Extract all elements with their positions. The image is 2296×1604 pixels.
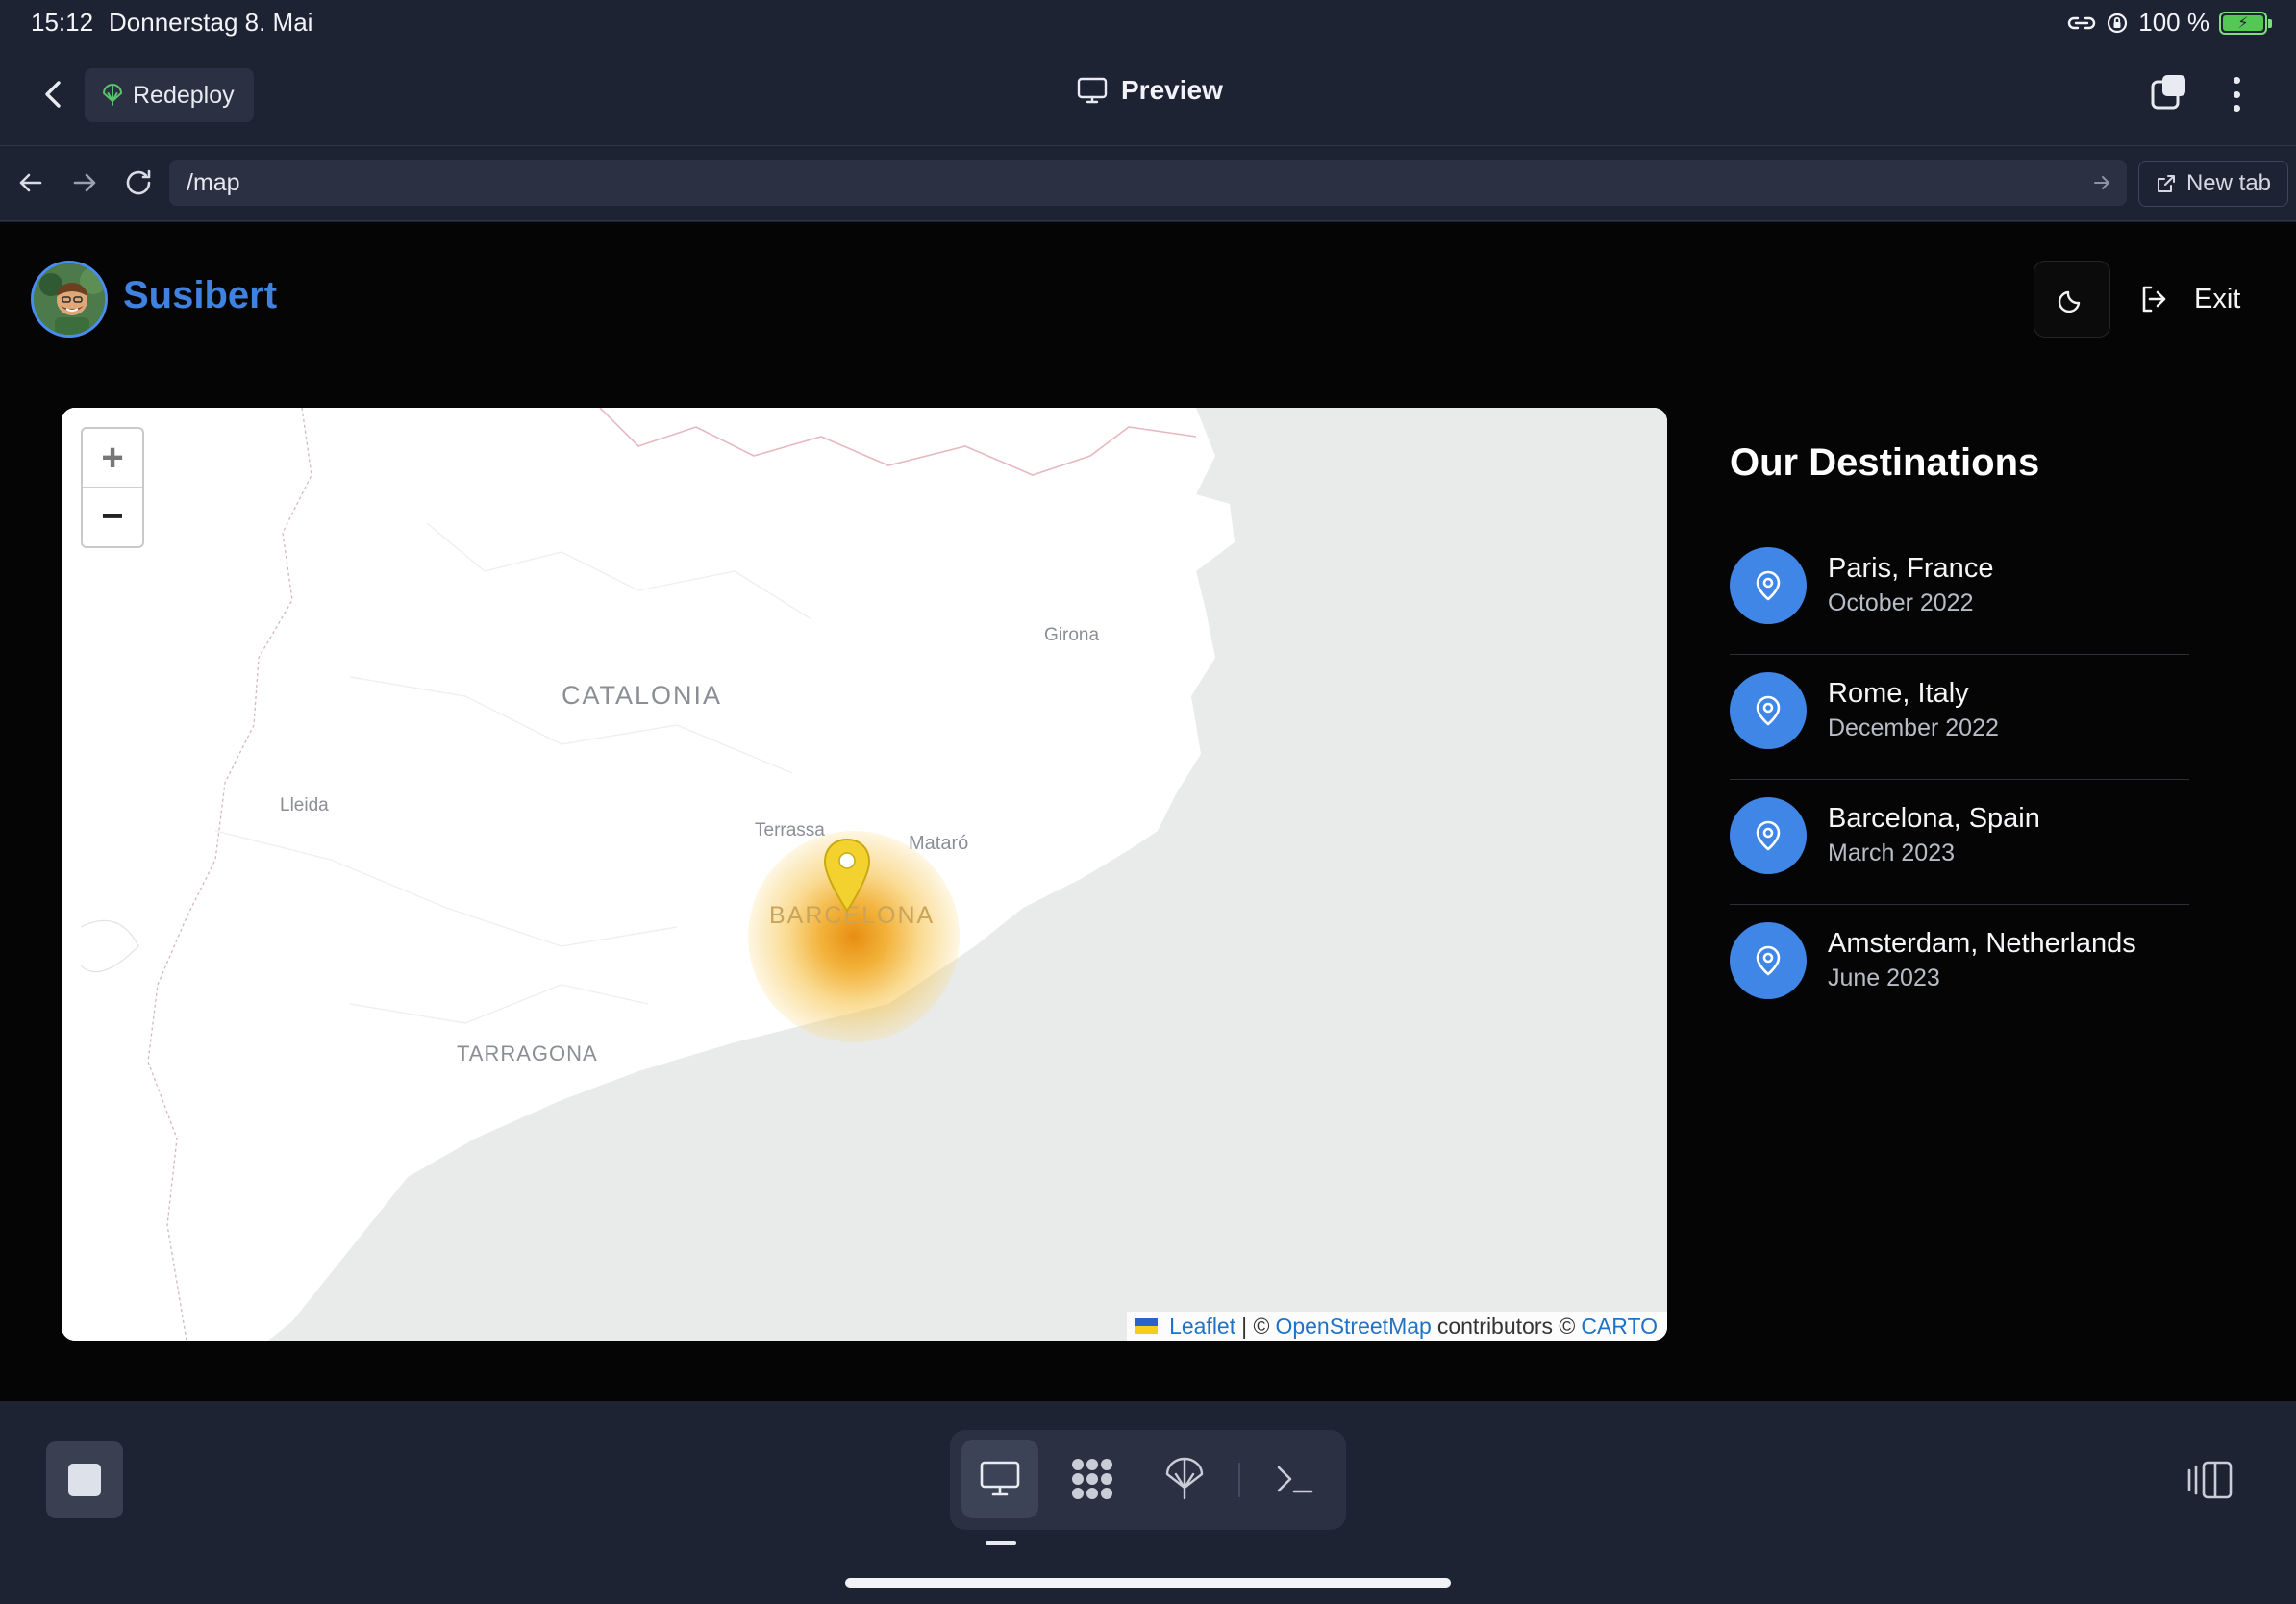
preview-title: Preview xyxy=(1077,75,1223,106)
back-chevron-icon[interactable] xyxy=(35,75,73,113)
new-tab-label: New tab xyxy=(2185,170,2272,196)
logout-icon xyxy=(2142,286,2166,313)
new-tab-button[interactable]: New tab xyxy=(2138,161,2288,207)
battery-icon: ⚡ xyxy=(2219,11,2272,35)
destination-name: Rome, Italy xyxy=(1828,678,1969,709)
app-toolbar: Redeploy Preview xyxy=(0,46,2296,146)
status-date: Donnerstag 8. Mai xyxy=(109,8,313,37)
terminal-icon xyxy=(1277,1466,1313,1493)
zoom-out-button[interactable]: − xyxy=(83,488,142,546)
destination-name: Paris, France xyxy=(1828,553,1994,584)
go-arrow-icon[interactable] xyxy=(2090,171,2113,194)
location-pin-icon xyxy=(1730,797,1807,874)
status-bar: 15:12 Donnerstag 8. Mai 100 % ⚡ xyxy=(0,0,2296,46)
destination-name: Barcelona, Spain xyxy=(1828,803,2040,834)
map-marker-pin-icon[interactable] xyxy=(822,838,872,913)
exit-label: Exit xyxy=(2194,283,2241,314)
status-indicators: 100 % ⚡ xyxy=(2067,8,2272,38)
destinations-title: Our Destinations xyxy=(1730,441,2040,484)
ukraine-flag-icon xyxy=(1135,1318,1159,1334)
battery-percent: 100 % xyxy=(2138,8,2209,37)
view-switcher xyxy=(950,1430,1346,1530)
location-pin-icon xyxy=(1730,547,1807,624)
destination-item[interactable]: Rome, Italy December 2022 xyxy=(1730,655,2189,780)
site-header: Susibert Exit xyxy=(0,222,2296,376)
nav-back-arrow-icon[interactable] xyxy=(13,165,48,200)
monitor-icon xyxy=(980,1461,1020,1496)
url-input[interactable]: /map xyxy=(169,160,2127,206)
orientation-lock-icon xyxy=(2108,13,2128,33)
deploy-view-button[interactable] xyxy=(1146,1440,1223,1518)
location-pin-icon xyxy=(1730,672,1807,749)
exit-button[interactable]: Exit xyxy=(2138,268,2240,330)
deploy-parachute-icon xyxy=(103,84,122,106)
moon-icon xyxy=(2058,290,2081,313)
destination-date: June 2023 xyxy=(1828,965,1940,991)
map-attribution: Leaflet | © OpenStreetMap contributors ©… xyxy=(1127,1312,1667,1341)
home-indicator xyxy=(845,1578,1451,1588)
map-label-tarragona: TARRAGONA xyxy=(457,1041,598,1065)
bottom-toolbar xyxy=(0,1401,2296,1604)
location-pin-icon xyxy=(1730,922,1807,999)
url-text: /map xyxy=(187,168,240,196)
leaflet-link[interactable]: Leaflet xyxy=(1169,1314,1235,1340)
destination-date: October 2022 xyxy=(1828,589,1974,616)
side-panel-icon[interactable] xyxy=(2186,1459,2234,1501)
destination-item[interactable]: Paris, France October 2022 xyxy=(1730,530,2189,655)
carto-link[interactable]: CARTO xyxy=(1581,1314,1658,1340)
deploy-parachute-icon xyxy=(1165,1457,1204,1500)
link-icon xyxy=(2068,16,2096,29)
apps-grid-icon xyxy=(1072,1459,1112,1499)
more-options-icon[interactable] xyxy=(2225,73,2248,115)
status-time: 15:12 xyxy=(31,8,94,37)
brand-name[interactable]: Susibert xyxy=(123,274,277,317)
destination-date: December 2022 xyxy=(1828,714,1999,741)
destinations-list: Paris, France October 2022 Rome, Italy D… xyxy=(1730,530,2189,1030)
avatar[interactable] xyxy=(31,261,108,338)
map-label-girona: Girona xyxy=(1044,625,1100,645)
destination-date: March 2023 xyxy=(1828,840,1956,866)
stop-icon xyxy=(68,1464,101,1496)
redeploy-label: Redeploy xyxy=(133,81,235,109)
redeploy-button[interactable]: Redeploy xyxy=(85,68,254,122)
reload-icon[interactable] xyxy=(121,165,156,200)
tabs-overview-icon[interactable] xyxy=(2150,73,2188,112)
monitor-icon xyxy=(1077,77,1108,104)
preview-view-button[interactable] xyxy=(961,1440,1038,1518)
stop-button[interactable] xyxy=(46,1441,123,1518)
terminal-view-button[interactable] xyxy=(1256,1440,1333,1518)
avatar-image xyxy=(34,263,105,335)
destination-item[interactable]: Barcelona, Spain March 2023 xyxy=(1730,780,2189,905)
destination-item[interactable]: Amsterdam, Netherlands June 2023 xyxy=(1730,905,2189,1030)
map-view[interactable]: CATALONIA Girona Lleida Terrassa Mataró … xyxy=(62,408,1667,1341)
active-view-indicator xyxy=(986,1541,1016,1545)
apps-grid-button[interactable] xyxy=(1054,1440,1131,1518)
external-link-icon xyxy=(2157,175,2175,192)
zoom-control: + − xyxy=(81,427,144,548)
preview-label: Preview xyxy=(1121,75,1223,105)
attribution-contributors: contributors © xyxy=(1436,1313,1576,1339)
nav-forward-arrow-icon[interactable] xyxy=(67,165,102,200)
web-page: Susibert Exit CATALONIA Girona Lleida Te… xyxy=(0,222,2296,1401)
map-label-catalonia: CATALONIA xyxy=(562,681,723,710)
map-label-lleida: Lleida xyxy=(280,795,329,815)
zoom-in-button[interactable]: + xyxy=(83,429,142,488)
url-bar-row: /map New tab xyxy=(0,146,2296,221)
destination-name: Amsterdam, Netherlands xyxy=(1828,928,2136,959)
theme-toggle-button[interactable] xyxy=(2034,261,2110,338)
openstreetmap-link[interactable]: OpenStreetMap xyxy=(1275,1314,1431,1340)
switcher-divider xyxy=(1238,1463,1240,1497)
attribution-separator: | © xyxy=(1241,1313,1270,1339)
